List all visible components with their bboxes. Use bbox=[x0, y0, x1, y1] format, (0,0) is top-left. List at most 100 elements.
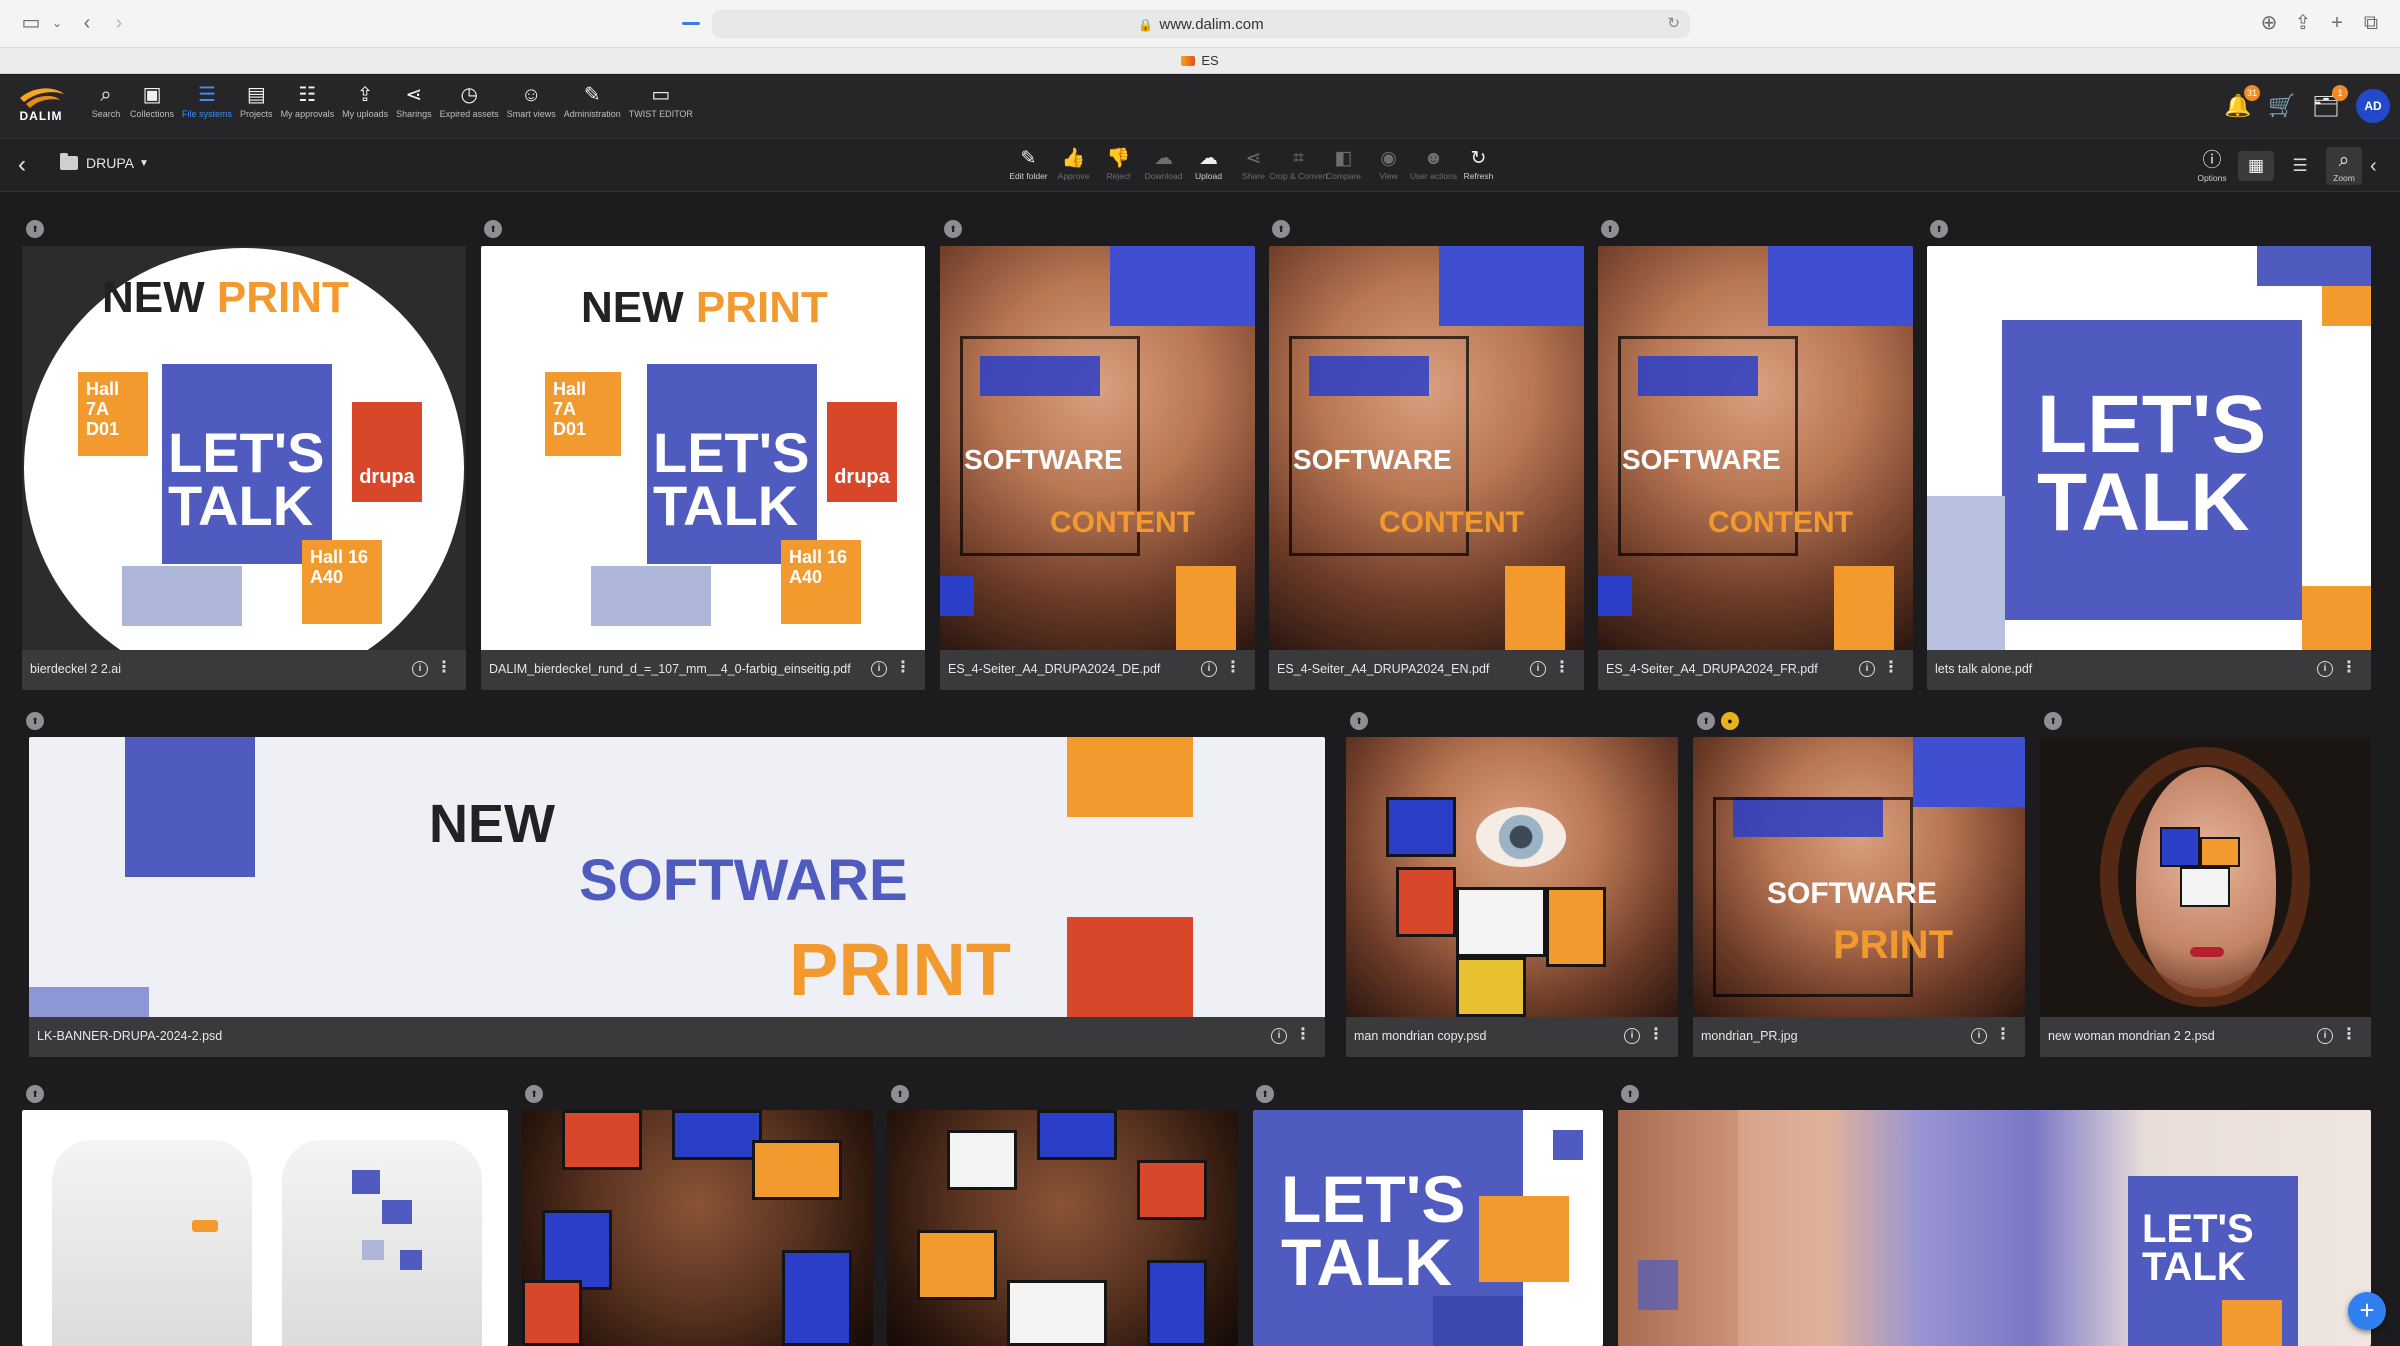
select-toggle-icon[interactable]: ⬆ bbox=[1350, 712, 1368, 730]
more-vertical-icon[interactable]: ⋮ bbox=[436, 659, 452, 677]
asset-thumbnail[interactable]: LET'S TALK bbox=[1618, 1110, 2371, 1346]
info-icon[interactable]: i bbox=[1859, 661, 1875, 677]
refresh-button[interactable]: ↻ Refresh bbox=[1456, 147, 1501, 181]
sidebar-toggle-icon[interactable]: ▭ bbox=[18, 10, 44, 36]
info-icon[interactable]: i bbox=[412, 661, 428, 677]
info-icon[interactable]: i bbox=[2317, 1028, 2333, 1044]
more-vertical-icon[interactable]: ⋮ bbox=[895, 659, 911, 677]
nav-item-file-systems[interactable]: ☰ File systems bbox=[178, 83, 236, 119]
select-toggle-icon[interactable]: ⬆ bbox=[525, 1085, 543, 1103]
collapse-panel-icon[interactable]: ‹ bbox=[2370, 155, 2386, 178]
select-toggle-icon[interactable]: ⬆ bbox=[1930, 220, 1948, 238]
view-button[interactable]: ◉ View bbox=[1366, 147, 1411, 181]
select-toggle-icon[interactable]: ⬆ bbox=[1697, 712, 1715, 730]
asset-thumbnail[interactable] bbox=[2040, 737, 2371, 1017]
info-icon[interactable]: i bbox=[1530, 661, 1546, 677]
select-toggle-icon[interactable]: ⬆ bbox=[26, 712, 44, 730]
nav-item-administration[interactable]: ✎ Administration bbox=[560, 83, 625, 119]
asset-card[interactable]: SOFTWARE CONTENT ES_4-Seiter_A4_DRUPA202… bbox=[1598, 246, 1913, 690]
tab-es[interactable]: ES bbox=[0, 53, 2400, 68]
more-vertical-icon[interactable]: ⋮ bbox=[2341, 659, 2357, 677]
asset-card[interactable]: SOFTWARE CONTENT ES_4-Seiter_A4_DRUPA202… bbox=[1269, 246, 1584, 690]
asset-thumbnail[interactable]: LET'S TALK bbox=[1927, 246, 2371, 650]
asset-card[interactable]: LET'S TALK lets talk alone.pdf i ⋮ bbox=[1927, 246, 2371, 690]
compare-button[interactable]: ◧ Compare bbox=[1321, 147, 1366, 181]
dalim-logo[interactable]: DALIM bbox=[8, 84, 74, 128]
select-toggle-icon[interactable]: ⬆ bbox=[26, 220, 44, 238]
asset-thumbnail[interactable]: NEW PRINT LET'S TALK Hall 7A D01 drupa Ha… bbox=[481, 246, 925, 650]
nav-item-my-approvals[interactable]: ☷ My approvals bbox=[277, 83, 339, 119]
asset-card[interactable]: LET'S TALK bbox=[1253, 1110, 1603, 1346]
more-vertical-icon[interactable]: ⋮ bbox=[1295, 1026, 1311, 1044]
download-button[interactable]: ☁ Download bbox=[1141, 147, 1186, 181]
asset-card[interactable]: SOFTWARE PRINT mondrian_PR.jpg i ⋮ bbox=[1693, 737, 2025, 1057]
nav-item-smart-views[interactable]: ☺ Smart views bbox=[503, 83, 560, 119]
asset-card[interactable]: NEW PRINT LET'S TALK Hall 7A D01 drupa Ha… bbox=[481, 246, 925, 690]
select-toggle-icon[interactable]: ⬆ bbox=[944, 220, 962, 238]
asset-card[interactable]: NEW SOFTWARE PRINT LK-BANNER-DRUPA-2024-… bbox=[29, 737, 1325, 1057]
info-icon[interactable]: i bbox=[871, 661, 887, 677]
list-view-icon[interactable]: ☰ bbox=[2282, 151, 2318, 181]
select-toggle-icon[interactable]: ⬆ bbox=[1601, 220, 1619, 238]
back-arrow-icon[interactable]: ‹ bbox=[74, 10, 100, 36]
nav-item-twist-editor[interactable]: ▭ TWIST EDITOR bbox=[625, 83, 697, 119]
forward-arrow-icon[interactable]: › bbox=[106, 10, 132, 36]
asset-thumbnail[interactable]: SOFTWARE CONTENT bbox=[940, 246, 1255, 650]
nav-item-search[interactable]: ⌕ Search bbox=[86, 83, 126, 119]
nav-item-expired-assets[interactable]: ◷ Expired assets bbox=[436, 83, 503, 119]
info-icon[interactable]: i bbox=[1201, 661, 1217, 677]
asset-card[interactable]: SOFTWARE CONTENT ES_4-Seiter_A4_DRUPA202… bbox=[940, 246, 1255, 690]
nav-item-projects[interactable]: ▤ Projects bbox=[236, 83, 277, 119]
cart-button[interactable]: 🛒 bbox=[2268, 93, 2296, 119]
crop-convert-button[interactable]: ⌗ Crop & Convert bbox=[1269, 147, 1328, 181]
edit-folder-button[interactable]: ✎ Edit folder bbox=[1006, 147, 1051, 181]
asset-card[interactable] bbox=[522, 1110, 873, 1346]
avatar[interactable]: AD bbox=[2356, 89, 2390, 123]
approve-button[interactable]: 👍 Approve bbox=[1051, 147, 1096, 181]
info-icon[interactable]: i bbox=[1624, 1028, 1640, 1044]
more-vertical-icon[interactable]: ⋮ bbox=[1225, 659, 1241, 677]
address-bar[interactable]: 🔒 www.dalim.com ↻ bbox=[712, 10, 1690, 38]
more-vertical-icon[interactable]: ⋮ bbox=[1648, 1026, 1664, 1044]
reject-button[interactable]: 👎 Reject bbox=[1096, 147, 1141, 181]
download-icon[interactable]: ⊕ bbox=[2256, 10, 2282, 36]
asset-card[interactable] bbox=[22, 1110, 508, 1346]
more-vertical-icon[interactable]: ⋮ bbox=[2341, 1026, 2357, 1044]
tab-overview-icon[interactable]: ⧉ bbox=[2358, 10, 2384, 36]
asset-thumbnail[interactable]: LET'S TALK bbox=[1253, 1110, 1603, 1346]
info-icon[interactable]: i bbox=[2317, 661, 2333, 677]
asset-card[interactable]: NEW PRINT LET'S TALK Hall 7A D01 drupa Ha… bbox=[22, 246, 466, 690]
options-button[interactable]: ⓘ Options bbox=[2194, 149, 2230, 183]
new-tab-icon[interactable]: + bbox=[2324, 10, 2350, 36]
more-vertical-icon[interactable]: ⋮ bbox=[1883, 659, 1899, 677]
asset-thumbnail[interactable] bbox=[522, 1110, 873, 1346]
asset-card[interactable]: new woman mondrian 2 2.psd i ⋮ bbox=[2040, 737, 2371, 1057]
tasks-button[interactable]: 🗂 1 bbox=[2312, 85, 2348, 119]
select-toggle-icon[interactable]: ⬆ bbox=[891, 1085, 909, 1103]
back-icon[interactable]: ‹ bbox=[18, 151, 26, 179]
asset-card[interactable] bbox=[887, 1110, 1238, 1346]
share-sheet-icon[interactable]: ⇪ bbox=[2290, 10, 2316, 36]
asset-thumbnail[interactable] bbox=[22, 1110, 508, 1346]
more-vertical-icon[interactable]: ⋮ bbox=[1995, 1026, 2011, 1044]
select-toggle-icon[interactable]: ⬆ bbox=[1256, 1085, 1274, 1103]
info-icon[interactable]: i bbox=[1971, 1028, 1987, 1044]
info-icon[interactable]: i bbox=[1271, 1028, 1287, 1044]
asset-card[interactable]: man mondrian copy.psd i ⋮ bbox=[1346, 737, 1678, 1057]
reload-icon[interactable]: ↻ bbox=[1667, 14, 1680, 32]
zoom-button[interactable]: ⌕ Zoom bbox=[2326, 147, 2362, 185]
asset-thumbnail[interactable]: NEW SOFTWARE PRINT bbox=[29, 737, 1325, 1017]
asset-thumbnail[interactable]: SOFTWARE PRINT bbox=[1693, 737, 2025, 1017]
chevron-down-icon[interactable]: ⌄ bbox=[44, 10, 70, 36]
nav-item-my-uploads[interactable]: ⇪ My uploads bbox=[338, 83, 392, 119]
asset-thumbnail[interactable]: SOFTWARE CONTENT bbox=[1269, 246, 1584, 650]
asset-thumbnail[interactable] bbox=[1346, 737, 1678, 1017]
upload-button[interactable]: ☁ Upload bbox=[1186, 147, 1231, 181]
folder-breadcrumb[interactable]: DRUPA ▼ bbox=[60, 153, 149, 171]
select-toggle-icon[interactable]: ⬆ bbox=[26, 1085, 44, 1103]
asset-thumbnail[interactable] bbox=[887, 1110, 1238, 1346]
select-toggle-icon[interactable]: ⬆ bbox=[1621, 1085, 1639, 1103]
more-vertical-icon[interactable]: ⋮ bbox=[1554, 659, 1570, 677]
select-toggle-icon[interactable]: ⬆ bbox=[1272, 220, 1290, 238]
select-toggle-icon[interactable]: ⬆ bbox=[2044, 712, 2062, 730]
